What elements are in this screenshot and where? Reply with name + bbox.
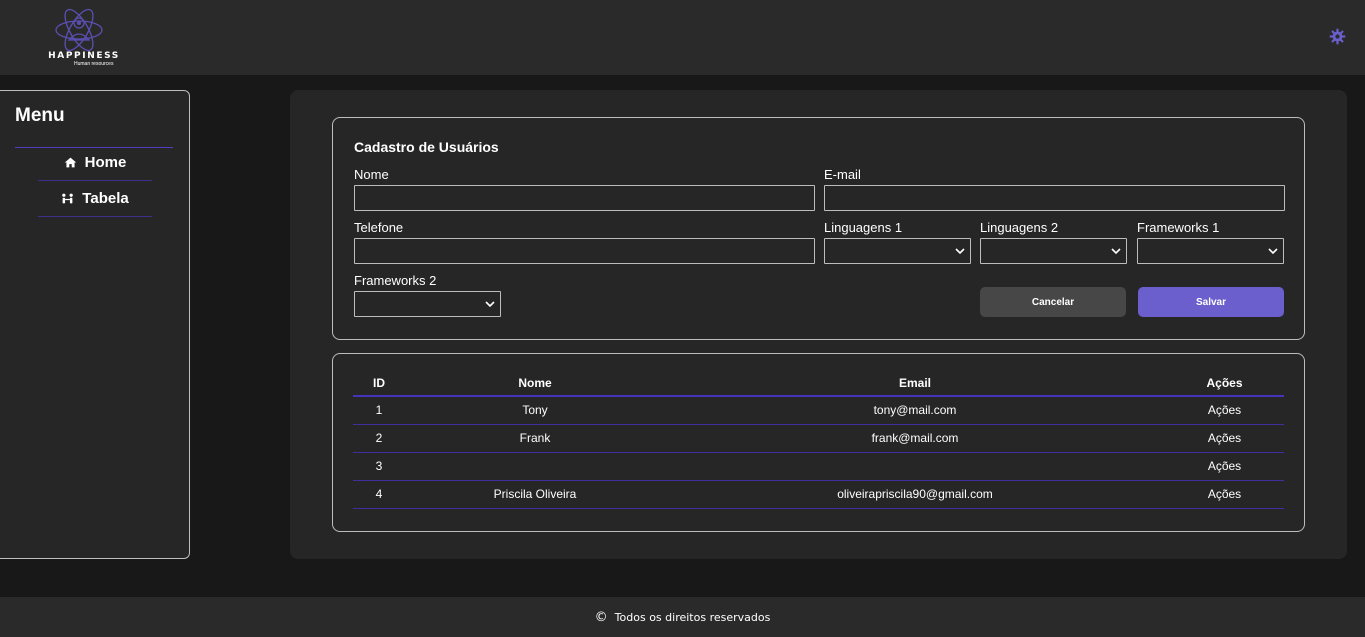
linguagens2-label: Linguagens 2 [980,220,1059,235]
cell-id: 4 [353,480,405,509]
gear-icon[interactable] [1329,28,1346,45]
cell-acoes[interactable]: Ações [1165,424,1284,453]
column-header-email: Email [665,370,1165,397]
atom-logo-icon [55,8,103,52]
user-form-card: Cadastro de Usuários Nome E-mail Telefon… [332,117,1305,340]
telefone-field[interactable] [354,238,815,264]
home-icon [64,157,76,168]
sidebar-item-label: Home [84,154,127,171]
main-panel: Cadastro de Usuários Nome E-mail Telefon… [290,90,1347,559]
linguagens1-select[interactable] [824,238,971,264]
cell-nome: Frank [405,424,665,453]
sidebar-item-label: Tabela [82,190,129,207]
cell-nome [405,452,665,481]
footer: © Todos os direitos reservados [0,597,1365,637]
chevron-down-icon [955,248,965,255]
logo-title: HAPPINESS [48,51,120,61]
linguagens2-select[interactable] [980,238,1127,264]
table-row: 1 Tony tony@mail.com Ações [353,396,1284,425]
nome-field[interactable] [354,185,815,211]
logo-subtitle: Human resources [74,61,114,67]
cell-acoes[interactable]: Ações [1165,452,1284,481]
cell-acoes[interactable]: Ações [1165,396,1284,425]
cell-id: 3 [353,452,405,481]
chevron-down-icon [485,301,495,308]
cell-email: oliveirapriscila90@gmail.com [665,480,1165,509]
chevron-down-icon [1268,248,1278,255]
footer-text: Todos os direitos reservados [614,610,771,624]
table-row: 4 Priscila Oliveira oliveirapriscila90@g… [353,480,1284,509]
cell-email: tony@mail.com [665,396,1165,425]
copyright-icon: © [594,609,608,625]
sidebar-item-tabela[interactable]: Tabela [38,181,152,217]
cell-email: frank@mail.com [665,424,1165,453]
chevron-down-icon [1111,248,1121,255]
cell-id: 2 [353,424,405,453]
frameworks2-select[interactable] [354,291,501,317]
cell-acoes[interactable]: Ações [1165,480,1284,509]
save-button[interactable]: Salvar [1138,287,1284,317]
table-row: 3 Ações [353,452,1284,481]
cell-nome: Tony [405,396,665,425]
nome-label: Nome [354,167,389,182]
form-title: Cadastro de Usuários [354,139,499,155]
email-label: E-mail [824,167,861,182]
cancel-button[interactable]: Cancelar [980,287,1126,317]
frameworks2-label: Frameworks 2 [354,273,437,288]
sidebar-item-home[interactable]: Home [38,145,152,181]
table-header-row: ID Nome Email Ações [353,370,1284,397]
cell-id: 1 [353,396,405,425]
linguagens1-label: Linguagens 1 [824,220,903,235]
users-table-card: ID Nome Email Ações 1 Tony tony@mail.com… [332,353,1305,532]
top-bar: HAPPINESS Human resources [0,0,1365,75]
telefone-label: Telefone [354,220,404,235]
email-field[interactable] [824,185,1285,211]
column-header-id: ID [353,370,405,397]
table-row: 2 Frank frank@mail.com Ações [353,424,1284,453]
cell-email [665,452,1165,481]
logo[interactable]: HAPPINESS Human resources [34,6,132,68]
users-table: ID Nome Email Ações 1 Tony tony@mail.com… [353,370,1284,509]
people-icon [62,193,74,204]
sidebar: Menu Home Tabela [0,90,190,559]
frameworks1-select[interactable] [1137,238,1284,264]
menu-title: Menu [15,105,65,126]
frameworks1-label: Frameworks 1 [1137,220,1220,235]
column-header-acoes: Ações [1165,370,1284,397]
cell-nome: Priscila Oliveira [405,480,665,509]
column-header-nome: Nome [405,370,665,397]
